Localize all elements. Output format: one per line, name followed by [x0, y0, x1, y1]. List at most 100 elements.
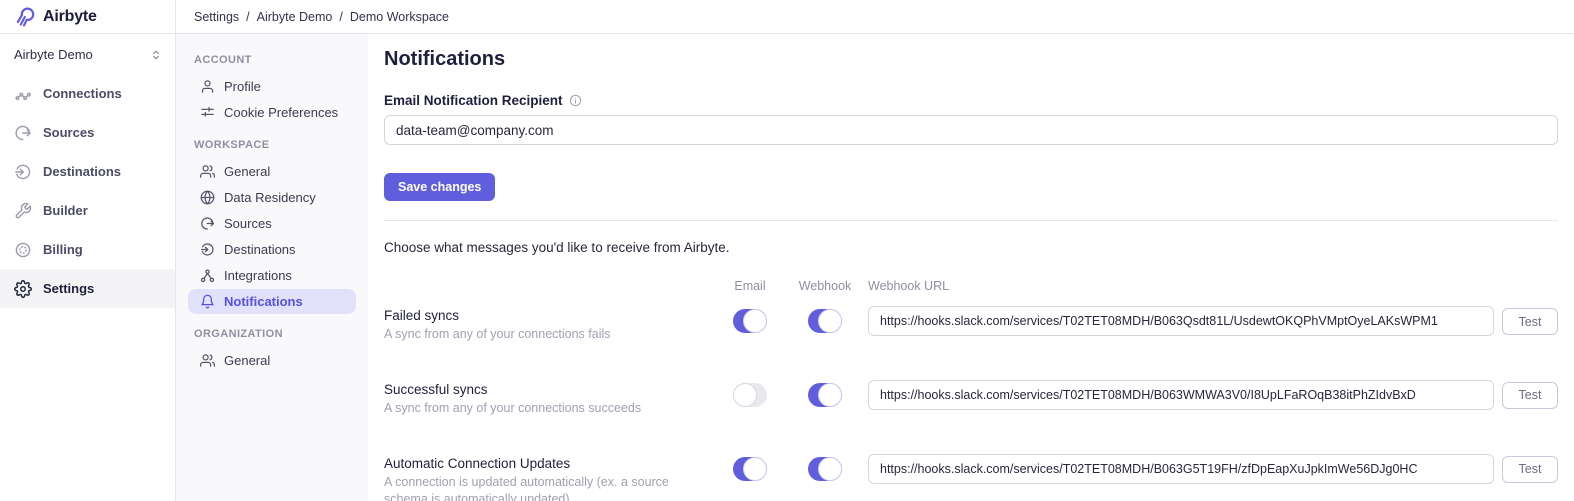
sidebar-item-builder[interactable]: Builder — [0, 191, 175, 230]
builder-icon — [14, 202, 32, 220]
notifications-page: Notifications Email Notification Recipie… — [368, 34, 1574, 501]
row-title: Successful syncs — [384, 382, 710, 397]
webhook-toggle[interactable] — [808, 457, 842, 481]
subnav-item-label: General — [224, 353, 270, 368]
webhook-url-input[interactable] — [868, 380, 1494, 410]
subnav-item-label: Profile — [224, 79, 261, 94]
subnav-item-label: Notifications — [224, 294, 303, 309]
subnav-item-label: Integrations — [224, 268, 292, 283]
subnav-section-organization: ORGANIZATION General — [188, 328, 356, 373]
email-toggle[interactable] — [733, 383, 767, 407]
email-column-header: Email — [718, 279, 782, 293]
section-header: ACCOUNT — [194, 54, 350, 66]
email-recipient-label: Email Notification Recipient — [384, 93, 563, 108]
save-changes-button[interactable]: Save changes — [384, 173, 495, 201]
toggle-knob — [743, 309, 767, 333]
email-toggle[interactable] — [733, 457, 767, 481]
section-header: WORKSPACE — [194, 139, 350, 151]
subnav-item-workspace-general[interactable]: General — [188, 159, 356, 184]
sidebar-item-label: Settings — [43, 281, 94, 296]
notification-row-automatic-connection-updates: Automatic Connection Updates A connectio… — [384, 454, 1558, 501]
sidebar-item-destinations[interactable]: Destinations — [0, 152, 175, 191]
subnav-item-label: Sources — [224, 216, 272, 231]
brand-logo[interactable]: Airbyte — [0, 0, 175, 34]
subnav-item-destinations[interactable]: Destinations — [188, 237, 356, 262]
notifications-table-header: Email Webhook Webhook URL — [384, 279, 1558, 293]
source-icon — [14, 124, 32, 142]
breadcrumb-settings[interactable]: Settings — [194, 10, 239, 24]
subnav-item-integrations[interactable]: Integrations — [188, 263, 356, 288]
subnav-item-cookie-preferences[interactable]: Cookie Preferences — [188, 100, 356, 125]
user-icon — [200, 79, 215, 94]
workspace-switcher[interactable]: Airbyte Demo — [0, 34, 175, 72]
test-webhook-button[interactable]: Test — [1502, 308, 1558, 335]
subnav-item-label: General — [224, 164, 270, 179]
row-description: A sync from any of your connections fail… — [384, 326, 710, 343]
row-title: Failed syncs — [384, 308, 710, 323]
users-icon — [200, 164, 215, 179]
section-header: ORGANIZATION — [194, 328, 350, 340]
webhook-url-input[interactable] — [868, 306, 1494, 336]
notifications-intro-text: Choose what messages you'd like to recei… — [384, 240, 1558, 255]
test-webhook-button[interactable]: Test — [1502, 456, 1558, 483]
source-icon — [200, 216, 215, 231]
topbar: Settings / Airbyte Demo / Demo Workspace — [176, 0, 1574, 34]
breadcrumb-workspace[interactable]: Demo Workspace — [350, 10, 449, 24]
toggle-knob — [818, 309, 842, 333]
sliders-icon — [200, 105, 215, 120]
test-webhook-button[interactable]: Test — [1502, 382, 1558, 409]
airbyte-octopus-icon — [14, 6, 36, 28]
toggle-knob — [743, 457, 767, 481]
billing-icon — [14, 241, 32, 259]
connections-icon — [14, 85, 32, 103]
subnav-item-profile[interactable]: Profile — [188, 74, 356, 99]
webhook-column-header: Webhook — [790, 279, 860, 293]
section-divider — [384, 220, 1558, 221]
subnav-item-sources[interactable]: Sources — [188, 211, 356, 236]
globe-icon — [200, 190, 215, 205]
sidebar-item-sources[interactable]: Sources — [0, 113, 175, 152]
app-root: Airbyte Airbyte Demo Connections — [0, 0, 1574, 501]
sidebar-item-settings[interactable]: Settings — [0, 269, 175, 308]
destination-icon — [200, 242, 215, 257]
breadcrumb-separator: / — [339, 10, 342, 24]
sidebar-nav: Connections Sources Dest — [0, 74, 175, 308]
subnav-item-org-general[interactable]: General — [188, 348, 356, 373]
info-icon — [569, 94, 582, 107]
brand-name: Airbyte — [43, 8, 97, 26]
row-label: Automatic Connection Updates A connectio… — [384, 454, 710, 501]
email-toggle[interactable] — [733, 309, 767, 333]
users-icon — [200, 353, 215, 368]
destination-icon — [14, 163, 32, 181]
sidebar-item-label: Builder — [43, 203, 88, 218]
toggle-knob — [733, 383, 757, 407]
webhook-url-column-header: Webhook URL — [868, 279, 1494, 293]
row-title: Automatic Connection Updates — [384, 456, 710, 471]
subnav-item-label: Cookie Preferences — [224, 105, 338, 120]
webhook-toggle[interactable] — [808, 383, 842, 407]
bell-icon — [200, 294, 215, 309]
sidebar-item-label: Billing — [43, 242, 83, 257]
page-title: Notifications — [384, 48, 1558, 71]
sidebar-item-label: Sources — [43, 125, 94, 140]
webhook-toggle[interactable] — [808, 309, 842, 333]
toggle-knob — [818, 457, 842, 481]
sidebar-item-connections[interactable]: Connections — [0, 74, 175, 113]
main-sidebar: Airbyte Airbyte Demo Connections — [0, 0, 176, 501]
subnav-section-workspace: WORKSPACE General — [188, 139, 356, 314]
breadcrumb-separator: / — [246, 10, 249, 24]
webhook-url-input[interactable] — [868, 454, 1494, 484]
subnav-item-data-residency[interactable]: Data Residency — [188, 185, 356, 210]
notification-row-failed-syncs: Failed syncs A sync from any of your con… — [384, 306, 1558, 343]
breadcrumb: Settings / Airbyte Demo / Demo Workspace — [194, 10, 449, 24]
email-recipient-input[interactable] — [384, 115, 1558, 145]
gear-icon — [14, 280, 32, 298]
chevron-up-down-icon — [149, 48, 163, 62]
share-network-icon — [200, 268, 215, 283]
subnav-item-notifications[interactable]: Notifications — [188, 289, 356, 314]
subnav-item-label: Data Residency — [224, 190, 316, 205]
sidebar-item-billing[interactable]: Billing — [0, 230, 175, 269]
row-label: Failed syncs A sync from any of your con… — [384, 306, 710, 343]
row-description: A sync from any of your connections succ… — [384, 400, 710, 417]
breadcrumb-org[interactable]: Airbyte Demo — [257, 10, 333, 24]
